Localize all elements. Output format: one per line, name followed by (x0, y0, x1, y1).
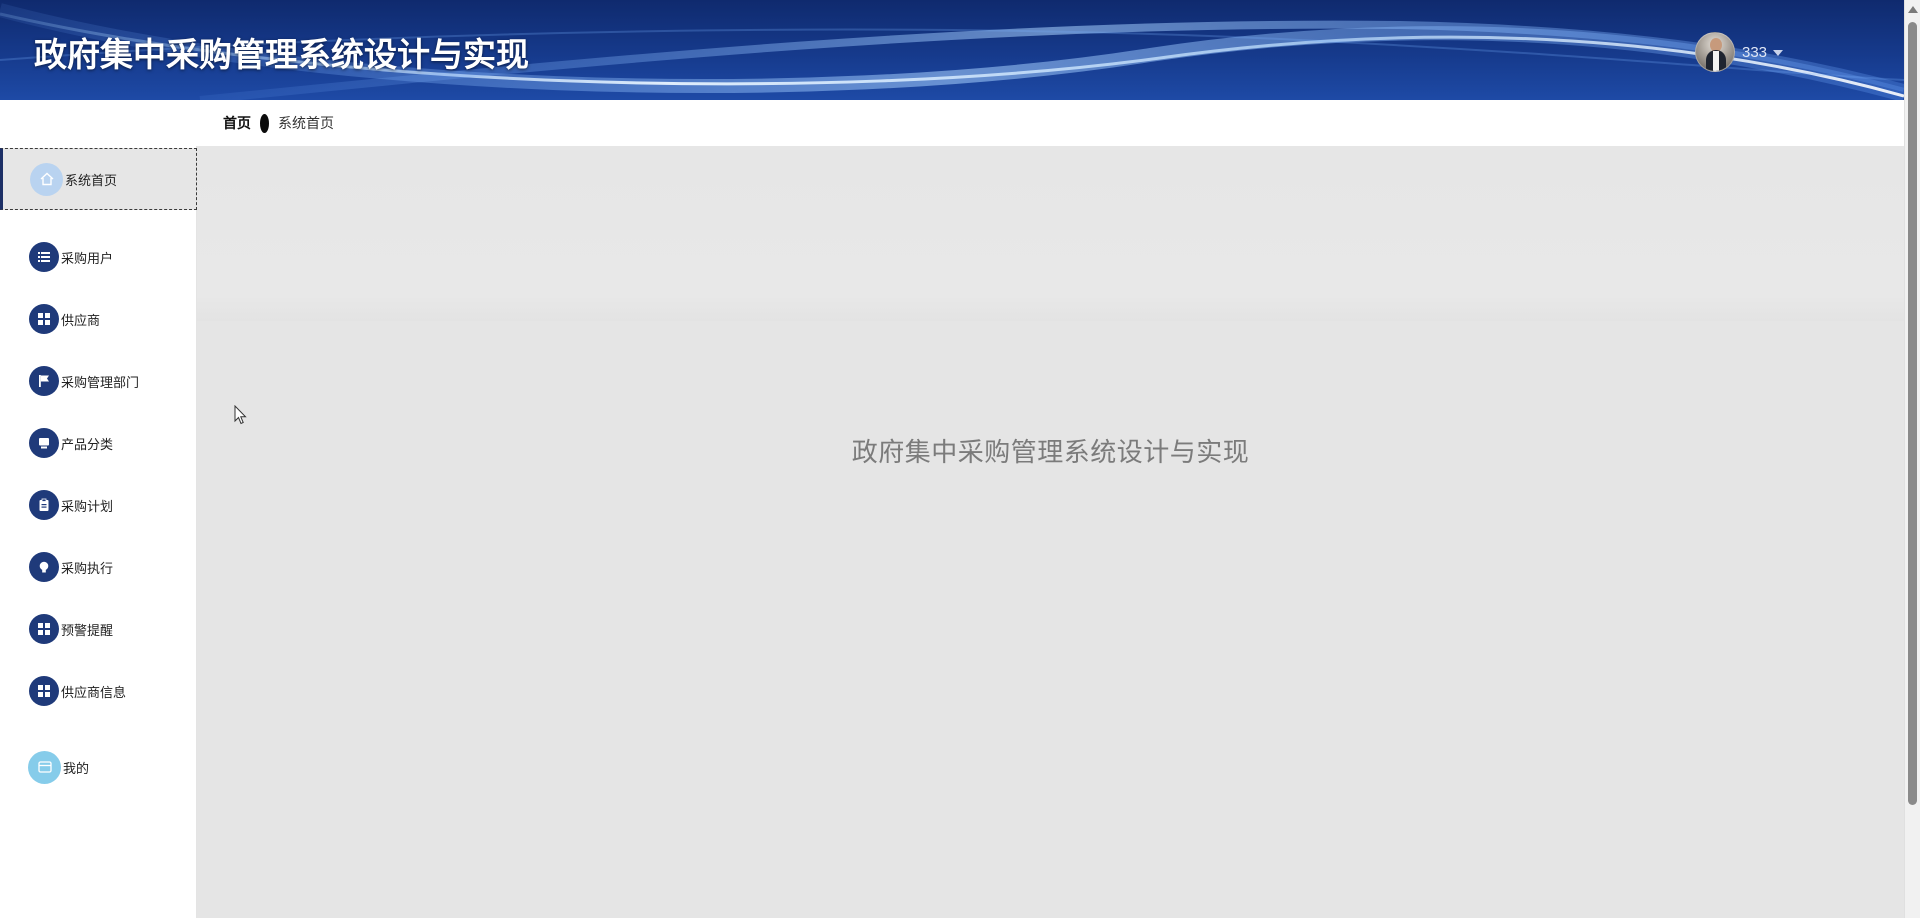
sidebar-item-supplier-info[interactable]: 供应商信息 (0, 666, 197, 716)
scroll-up-icon[interactable] (1908, 6, 1918, 13)
sidebar-item-label: 采购管理部门 (61, 375, 140, 391)
avatar[interactable] (1695, 32, 1735, 72)
sidebar-item-product-category[interactable]: 产品分类 (0, 418, 197, 468)
sidebar: 系统首页 采购用户 供应商 采购管理部门 产品分类 采购计划 采购执行 预警提醒… (0, 146, 197, 918)
sidebar-item-label: 我的 (63, 761, 90, 777)
flag-icon (29, 366, 59, 396)
grid-icon (29, 614, 59, 644)
bulb-icon (29, 552, 59, 582)
sidebar-item-label: 预警提醒 (61, 623, 114, 639)
sidebar-item-label: 采购执行 (61, 561, 114, 577)
home-icon (30, 162, 63, 196)
main-content: 政府集中采购管理系统设计与实现 (197, 146, 1904, 918)
sidebar-item-label: 供应商 (61, 313, 101, 329)
clipboard-icon (29, 490, 59, 520)
sidebar-item-purchase-dept[interactable]: 采购管理部门 (0, 356, 197, 406)
scrollbar-thumb[interactable] (1908, 22, 1917, 805)
main-title: 政府集中采购管理系统设计与实现 (851, 438, 1250, 468)
sidebar-item-purchase-plan[interactable]: 采购计划 (0, 480, 197, 530)
sidebar-item-purchase-users[interactable]: 采购用户 (0, 232, 197, 282)
list-icon (29, 242, 59, 272)
sidebar-item-label: 供应商信息 (61, 685, 127, 701)
user-menu[interactable]: 333 (1695, 32, 1784, 72)
sidebar-item-label: 采购用户 (61, 251, 114, 267)
monitor-icon (29, 428, 59, 458)
app-header: 政府集中采购管理系统设计与实现 333 (0, 0, 1904, 100)
sidebar-item-label: 采购计划 (61, 499, 114, 515)
caret-down-icon[interactable] (1773, 50, 1784, 56)
grid-icon (29, 304, 59, 334)
breadcrumb-current: 系统首页 (278, 116, 334, 132)
app-title: 政府集中采购管理系统设计与实现 (34, 35, 529, 74)
mouse-cursor-icon (234, 405, 247, 425)
breadcrumb: 首页 系统首页 (197, 100, 1904, 146)
sidebar-item-label: 系统首页 (65, 173, 118, 189)
username[interactable]: 333 (1742, 44, 1767, 61)
sidebar-item-home[interactable]: 系统首页 (0, 148, 197, 210)
sidebar-item-label: 产品分类 (61, 437, 114, 453)
breadcrumb-home[interactable]: 首页 (223, 113, 251, 133)
sidebar-item-mine[interactable]: 我的 (0, 742, 197, 792)
grid-icon (29, 676, 59, 706)
window-icon (28, 750, 61, 784)
sidebar-item-purchase-exec[interactable]: 采购执行 (0, 542, 197, 592)
sidebar-item-warning[interactable]: 预警提醒 (0, 604, 197, 654)
main-top-band (197, 146, 1904, 321)
page-scrollbar[interactable] (1904, 0, 1920, 918)
dot-separator-icon (260, 113, 269, 133)
sidebar-item-supplier[interactable]: 供应商 (0, 294, 197, 344)
